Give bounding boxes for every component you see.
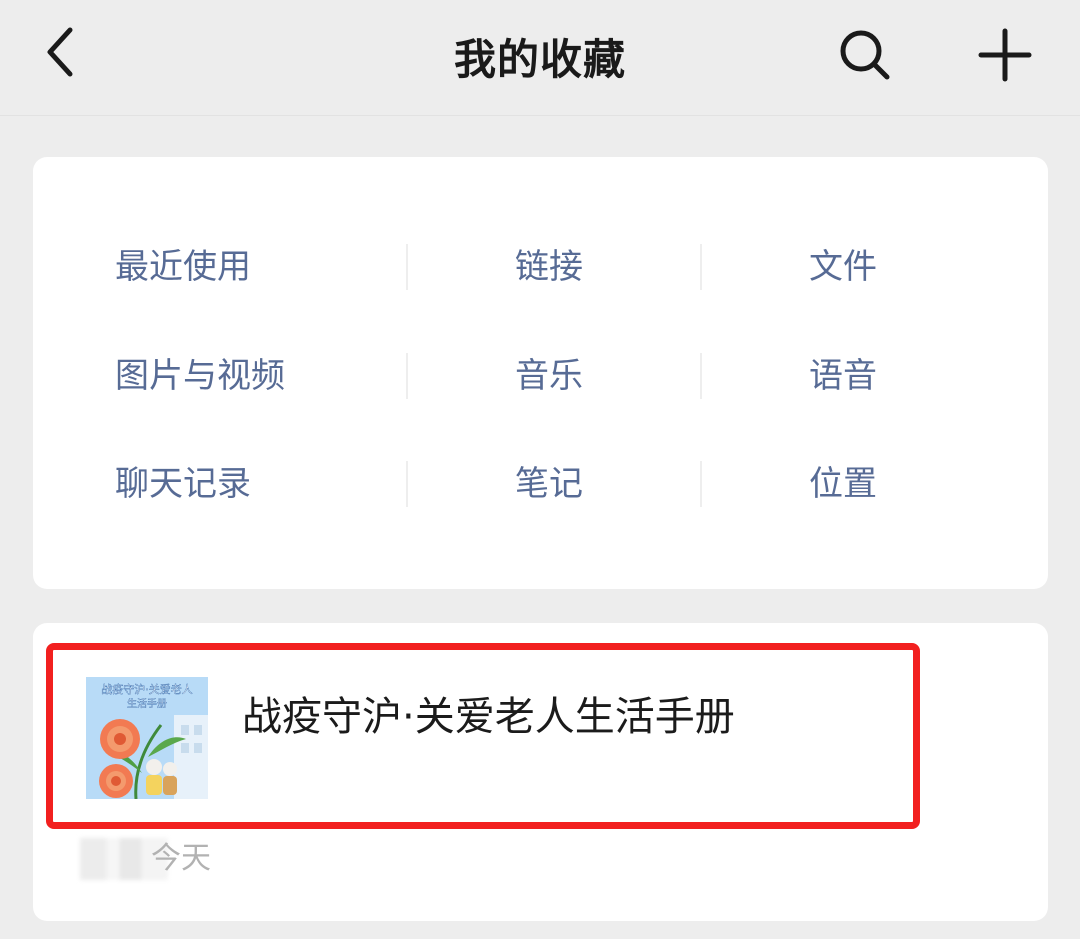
navigation-bar: 我的收藏 <box>0 0 1080 116</box>
favorite-item-highlight[interactable]: 战疫守沪·关爱老人 生活手册 战疫守沪·关爱老人生活手册 <box>46 643 920 829</box>
category-chat-history[interactable]: 聊天记录 <box>115 454 251 514</box>
category-row: 图片与视频 音乐 语音 <box>33 346 1048 406</box>
thumbnail-text-line1: 战疫守沪·关爱老人 <box>101 682 193 696</box>
search-button[interactable] <box>830 20 900 90</box>
favorite-time: 今天 <box>151 841 211 876</box>
divider <box>700 244 702 290</box>
page-title: 我的收藏 <box>453 35 626 84</box>
category-voice[interactable]: 语音 <box>809 346 877 406</box>
divider <box>406 353 408 399</box>
favorite-thumbnail: 战疫守沪·关爱老人 生活手册 <box>86 677 208 799</box>
favorite-title: 战疫守沪·关爱老人生活手册 <box>242 694 735 740</box>
category-music[interactable]: 音乐 <box>515 346 583 406</box>
category-recent[interactable]: 最近使用 <box>115 237 251 297</box>
category-location[interactable]: 位置 <box>809 454 877 514</box>
divider <box>406 244 408 290</box>
category-links[interactable]: 链接 <box>515 237 583 297</box>
search-icon <box>840 30 890 80</box>
favorite-item-card[interactable]: 战疫守沪·关爱老人 生活手册 战疫守沪·关爱老人生活手册 今天 <box>33 623 1048 921</box>
divider <box>700 353 702 399</box>
category-row: 最近使用 链接 文件 <box>33 237 1048 297</box>
category-files[interactable]: 文件 <box>809 237 877 297</box>
chevron-left-icon <box>47 27 73 77</box>
category-panel: 最近使用 链接 文件 图片与视频 音乐 语音 聊天记录 笔记 位置 <box>33 157 1048 589</box>
category-images-videos[interactable]: 图片与视频 <box>115 346 285 406</box>
back-button[interactable] <box>30 22 90 82</box>
thumbnail-illustration: 战疫守沪·关爱老人 生活手册 <box>86 677 208 799</box>
add-button[interactable] <box>970 20 1040 90</box>
plus-icon <box>978 28 1032 82</box>
divider <box>700 461 702 507</box>
divider <box>406 461 408 507</box>
category-row: 聊天记录 笔记 位置 <box>33 454 1048 514</box>
thumbnail-text-line2: 生活手册 <box>127 697 167 710</box>
category-notes[interactable]: 笔记 <box>515 454 583 514</box>
